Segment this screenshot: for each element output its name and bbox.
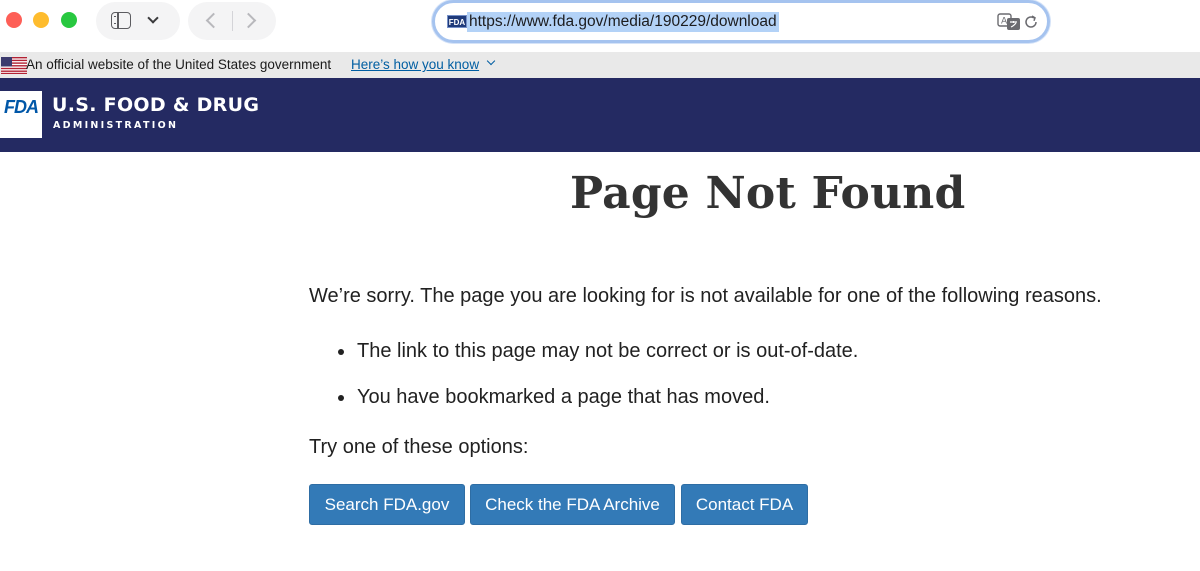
site-favicon-icon: FDA bbox=[447, 15, 467, 28]
reasons-list: The link to this page may not be correct… bbox=[309, 339, 858, 431]
svg-text:A: A bbox=[1001, 17, 1008, 27]
navigation-buttons bbox=[188, 2, 276, 40]
url-text[interactable]: https://www.fda.gov/media/190229/downloa… bbox=[467, 12, 779, 32]
back-button[interactable] bbox=[205, 12, 222, 29]
page-title: Page Not Found bbox=[570, 168, 966, 219]
us-flag-icon bbox=[1, 57, 27, 74]
sidebar-icon bbox=[111, 12, 131, 29]
list-item: The link to this page may not be correct… bbox=[309, 339, 858, 385]
search-fda-button[interactable]: Search FDA.gov bbox=[309, 484, 465, 525]
gov-banner: An official website of the United States… bbox=[0, 52, 1200, 78]
fda-logo-text: FDA bbox=[4, 97, 39, 117]
translate-icon[interactable]: A bbox=[997, 13, 1021, 31]
list-item: You have bookmarked a page that has move… bbox=[309, 385, 858, 431]
chevron-down-icon[interactable] bbox=[486, 56, 496, 66]
fda-archive-button[interactable]: Check the FDA Archive bbox=[470, 484, 675, 525]
fda-logo[interactable]: FDA bbox=[0, 91, 42, 138]
heres-how-you-know-link[interactable]: Here’s how you know bbox=[351, 57, 479, 73]
zoom-window-button[interactable] bbox=[61, 12, 77, 28]
options-label: Try one of these options: bbox=[309, 436, 529, 458]
browser-toolbar: FDA https://www.fda.gov/media/190229/dow… bbox=[0, 0, 1200, 52]
minimize-window-button[interactable] bbox=[33, 12, 49, 28]
site-title[interactable]: U.S. FOOD & DRUG bbox=[52, 94, 259, 116]
reload-icon[interactable] bbox=[1022, 13, 1040, 31]
close-window-button[interactable] bbox=[6, 12, 22, 28]
intro-text: We’re sorry. The page you are looking fo… bbox=[309, 285, 1102, 307]
site-subtitle: ADMINISTRATION bbox=[53, 120, 179, 131]
site-header: FDA U.S. FOOD & DRUG ADMINISTRATION bbox=[0, 78, 1200, 152]
forward-button[interactable] bbox=[240, 12, 257, 29]
sidebar-toggle-button[interactable] bbox=[96, 2, 180, 40]
chevron-down-icon[interactable] bbox=[147, 12, 159, 24]
divider bbox=[232, 11, 233, 31]
gov-banner-text: An official website of the United States… bbox=[26, 57, 332, 72]
address-bar[interactable]: FDA https://www.fda.gov/media/190229/dow… bbox=[432, 0, 1050, 43]
contact-fda-button[interactable]: Contact FDA bbox=[681, 484, 808, 525]
